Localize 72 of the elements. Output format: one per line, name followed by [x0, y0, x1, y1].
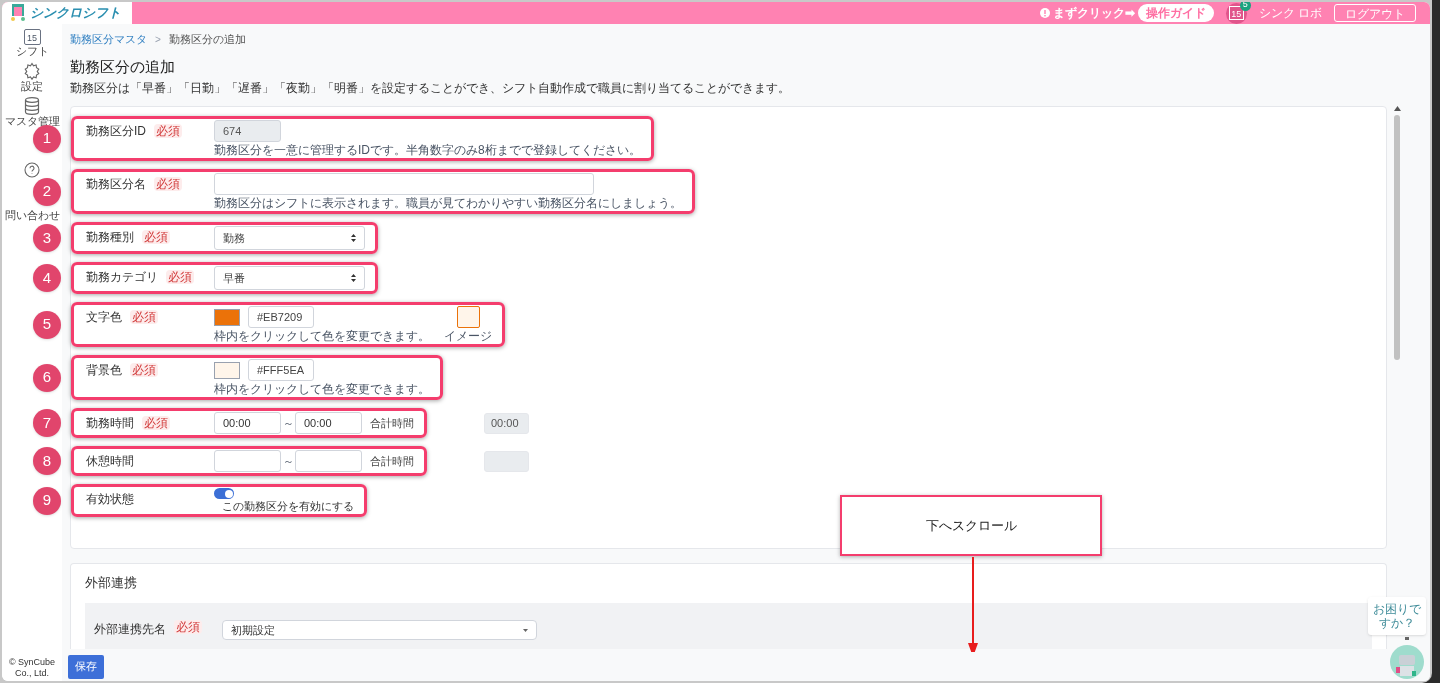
field-label: 勤務時間	[86, 415, 134, 432]
field-label: 背景色	[86, 362, 122, 379]
save-button[interactable]: 保存	[68, 654, 104, 679]
hex-field[interactable]: #FFF5EA	[248, 359, 314, 381]
start-time-field[interactable]: 00:00	[214, 412, 281, 434]
scroll-up-icon	[1393, 106, 1401, 111]
sidebar-item[interactable]: 問い合わせ	[4, 209, 60, 222]
required-badge: 必須	[154, 124, 182, 138]
required-badge: 必須	[166, 270, 194, 284]
toggle-switch[interactable]	[214, 488, 234, 499]
logo[interactable]: シンクロシフト	[2, 2, 132, 24]
field-label: 有効状態	[86, 491, 134, 508]
select-field[interactable]: 初期設定	[222, 620, 537, 640]
select-field[interactable]: 早番	[214, 266, 365, 290]
required-badge: 必須	[142, 230, 170, 244]
total-time-field[interactable]: 00:00	[484, 412, 529, 434]
text-field[interactable]: 674	[214, 120, 281, 142]
total-time-field[interactable]	[484, 450, 529, 472]
calendar-icon: 15	[23, 29, 41, 45]
sidebar-item[interactable]: 設定	[21, 80, 43, 93]
field-label: 勤務区分名	[86, 176, 146, 193]
field-label: 勤務種別	[86, 229, 134, 246]
breadcrumb-link[interactable]: 勤務区分マスタ	[70, 30, 147, 48]
tilde: ～	[281, 415, 295, 431]
sort-icon	[351, 274, 356, 282]
required-badge: 必須	[130, 310, 158, 324]
required-badge: 必須	[174, 620, 202, 634]
info-icon	[1039, 8, 1050, 18]
help-icon	[24, 162, 40, 178]
toggle-caption: この勤務区分を有効にする	[222, 500, 354, 513]
help-text: 勤務区分を一意に管理するIDです。半角数字のみ8桁までで登録してください。	[214, 143, 641, 157]
page-title: 勤務区分の追加	[70, 57, 176, 77]
help-text: 枠内をクリックして色を変更できます。	[214, 329, 430, 343]
help-text: 勤務区分はシフトに表示されます。職員が見てわかりやすい勤務区分名にしましょう。	[214, 196, 682, 210]
breadcrumb-separator: >	[155, 32, 161, 47]
logo-icon	[10, 4, 26, 22]
field-label: 外部連携先名	[94, 621, 166, 638]
color-swatch[interactable]	[214, 308, 240, 326]
required-badge: 必須	[130, 363, 158, 377]
guide-prompt: まずクリック➡	[1052, 5, 1135, 22]
hex-field[interactable]: #EB7209	[248, 306, 314, 328]
caret-icon	[523, 628, 528, 632]
total-label: 合計時間	[370, 453, 414, 469]
copyright-text: Co., Ltd.	[15, 668, 49, 679]
required-badge: 必須	[142, 416, 170, 430]
start-time-field[interactable]	[214, 450, 281, 472]
page-description: 勤務区分は「早番」「日勤」「遅番」「夜勤」「明番」を設定することができ、シフト自動作成で職員に割り当てることができます。	[70, 81, 791, 95]
robot-icon[interactable]	[1390, 637, 1424, 679]
color-swatch[interactable]	[214, 361, 240, 379]
database-icon	[24, 97, 40, 115]
field-label: 勤務区分ID	[86, 123, 146, 140]
help-bubble[interactable]: お困りで すか？	[1368, 597, 1426, 635]
sort-icon	[351, 234, 356, 242]
field-label: 文字色	[86, 309, 122, 326]
breadcrumb-current: 勤務区分の追加	[168, 31, 246, 47]
section-title: 外部連携	[85, 574, 138, 592]
field-label: 休憩時間	[86, 453, 134, 470]
preview-caption: イメージ	[444, 329, 492, 343]
select-field[interactable]: 勤務	[214, 226, 365, 250]
copyright-text: © SynCube	[8, 657, 56, 668]
tilde: ～	[281, 453, 295, 469]
required-badge: 必須	[154, 177, 182, 191]
user-name: シンク ロボ	[1258, 5, 1322, 22]
callout-box: 下へスクロール	[840, 495, 1102, 556]
settings-icon	[23, 62, 41, 80]
end-time-field[interactable]	[295, 450, 362, 472]
total-label: 合計時間	[370, 415, 414, 431]
end-time-field[interactable]: 00:00	[295, 412, 362, 434]
help-text: 枠内をクリックして色を変更できます。	[214, 382, 430, 396]
sidebar-item[interactable]: シフト	[15, 45, 49, 58]
field-label: 勤務カテゴリ	[86, 269, 158, 286]
text-field[interactable]	[214, 173, 594, 195]
